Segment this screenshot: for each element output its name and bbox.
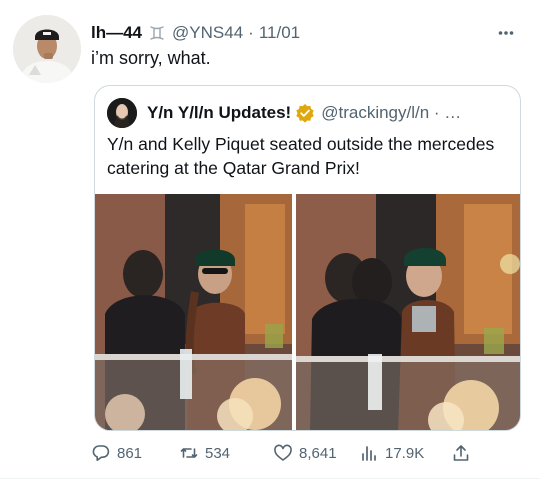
heart-icon: [274, 444, 292, 461]
quote-tweet-card[interactable]: Y/n Y/l/n Updates! @trackingy/l/n · … Y/…: [94, 85, 521, 431]
quote-handle[interactable]: @trackingy/l/n · …: [321, 103, 461, 123]
photo-left-image: [95, 194, 292, 430]
handle[interactable]: @YNS44: [172, 23, 243, 43]
like-button[interactable]: 8,641: [273, 440, 337, 466]
more-horizontal-icon: [498, 31, 514, 35]
verified-badge-icon: [296, 104, 314, 123]
share-icon: [453, 445, 469, 461]
timestamp[interactable]: 11/01: [259, 23, 300, 43]
retweet-count: 534: [205, 444, 231, 462]
retweet-icon: [180, 448, 198, 458]
quote-display-name[interactable]: Y/n Y/l/n Updates!: [147, 103, 291, 123]
views-count: 17.9K: [385, 444, 425, 462]
avatar[interactable]: [13, 15, 81, 83]
separator-dot: ·: [248, 23, 254, 42]
display-name[interactable]: lh—44: [91, 23, 142, 43]
quote-header: Y/n Y/l/n Updates! @trackingy/l/n · …: [107, 97, 510, 129]
like-count: 8,641: [299, 444, 337, 462]
photo-left[interactable]: [95, 194, 292, 430]
action-bar: 861 534 8,641 17.9K: [91, 440, 491, 466]
bottom-divider: [0, 478, 540, 479]
tweet-text: i’m sorry, what.: [91, 48, 211, 68]
retweet-button[interactable]: 534: [179, 440, 230, 466]
quote-avatar[interactable]: [107, 98, 137, 128]
photo-right[interactable]: [296, 194, 520, 430]
share-button[interactable]: [451, 440, 471, 466]
views-button[interactable]: 17.9K: [359, 440, 424, 466]
views-chart-icon: [362, 446, 376, 461]
gemini-zodiac-icon: [150, 26, 164, 40]
media-grid: [95, 194, 520, 430]
avatar-photo: [13, 15, 81, 83]
tweet[interactable]: lh—44 @YNS44 · 11/01 i’m sorry, what. Y/…: [0, 0, 540, 481]
reply-count: 861: [117, 444, 143, 462]
quote-text: Y/n and Kelly Piquet seated outside the …: [107, 134, 495, 178]
reply-button[interactable]: 861: [91, 440, 142, 466]
reply-icon: [92, 445, 110, 461]
more-button[interactable]: [492, 21, 520, 45]
photo-right-image: [296, 194, 520, 430]
tweet-header: lh—44 @YNS44 · 11/01: [91, 21, 520, 45]
quote-avatar-photo: [107, 98, 137, 128]
